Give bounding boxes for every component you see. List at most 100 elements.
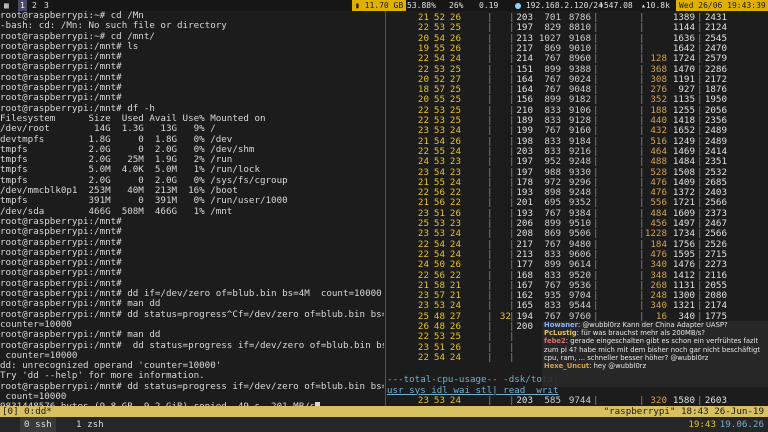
tab-zsh[interactable]: 1 zsh — [72, 417, 108, 432]
chat-text: @wubbl0rz Kann der China Adapter UASP? — [582, 321, 728, 329]
dstat-cell-r1: 214 — [516, 53, 533, 65]
clock[interactable]: Wed 26/06 19:43:39 — [676, 0, 768, 11]
tab-bar-time: 19:43 — [688, 419, 716, 430]
dstat-cell-n1: 488 — [650, 156, 667, 168]
column-separator: | — [509, 53, 515, 65]
workspace-3[interactable]: 3 — [42, 0, 51, 11]
dstat-cell-r1: 200 — [516, 321, 533, 332]
tab-index: 0 — [24, 419, 30, 430]
chat-username: PcLustig — [544, 329, 577, 338]
chat-message: Hexe_Uncut: hey @wubbl0rz — [542, 362, 768, 370]
column-separator: | — [697, 156, 703, 168]
dstat-cell-usr: 22 — [417, 351, 429, 363]
net-down-value: 547.08 — [603, 1, 633, 10]
chat-overlay: Howaner: @wubbl0rz Kann der China Adapte… — [542, 321, 768, 387]
column-separator: | — [593, 53, 599, 65]
dstat-cell-r2: 952 — [544, 156, 561, 168]
memory-indicator: ▮ 11.70 GB — [352, 0, 407, 11]
load-indicator: 0.19 — [476, 0, 501, 11]
dstat-cell-wai: 32 — [499, 310, 511, 322]
terminal-pane-shell[interactable]: root@raspberrypi:~# cd /Mn -bash: cd: /Mn… — [0, 11, 384, 406]
column-separator: | — [639, 53, 645, 65]
net-up-value: 10.8k — [645, 1, 670, 10]
chat-message: febe2: gerade eingeschalten gibt es scho… — [542, 337, 768, 362]
dstat-cell-r2: 767 — [544, 53, 561, 65]
dstat-cell-r3: 9614 — [568, 259, 591, 271]
dstat-cell-idl: 26 — [449, 259, 461, 271]
column-separator: | — [509, 259, 515, 271]
dstat-cell-usr: 22 — [417, 53, 429, 65]
dstat-cell-usr: 24 — [417, 259, 429, 271]
tmux-status-bar: [0] 0:dd* "raspberrypi" 18:43 26-Jun-19 — [0, 406, 768, 417]
column-separator: | — [697, 53, 703, 65]
dstat-cell-r3: 9248 — [568, 156, 591, 168]
tmux-host-clock: "raspberrypi" 18:43 26-Jun-19 — [603, 406, 764, 417]
dstat-row: 24 50 26 177 899 9614 340 1476 2273 | | | | | — [387, 259, 768, 271]
system-top-bar: ▦ 1 2 3 ▮ 11.70 GB 53.88% 26% 0.19 192.1… — [0, 0, 768, 11]
ip-value: 192.168.2.120/24 — [525, 1, 603, 10]
dstat-cell-n2: 1724 — [672, 53, 695, 65]
dstat-cell-n2: 1476 — [672, 259, 695, 271]
dstat-cell-n3: 2579 — [704, 53, 727, 65]
tab-label: zsh — [87, 419, 104, 430]
chat-username: Howaner — [544, 321, 579, 329]
network-icon — [515, 2, 521, 9]
net-down-indicator: ▾547.08 — [599, 1, 633, 10]
terminal-line: root@raspberrypi:/mnt# — [0, 226, 122, 238]
cpu-indicator: 53.88% — [404, 0, 439, 11]
chat-message: PcLustig: für was brauchst mehr als 200M… — [542, 329, 768, 337]
net-up-indicator: ▴10.8k — [641, 1, 670, 10]
chat-username: Hexe_Uncut — [544, 362, 590, 371]
app-menu-icon[interactable]: ▦ — [2, 0, 11, 11]
dstat-cell-r3: 8960 — [568, 53, 591, 65]
disk-value: 26% — [449, 1, 464, 10]
terminal-line: root@raspberrypi:/mnt# man dd — [0, 329, 161, 341]
tab-index: 1 — [76, 419, 82, 430]
chat-text: für was brauchst mehr als 200MB/s? — [581, 329, 705, 338]
terminal-tab-bar: 0 ssh 1 zsh 19:43 19.06.26 — [0, 417, 768, 432]
dstat-cell-n1: 340 — [650, 259, 667, 271]
column-separator: | — [487, 156, 493, 168]
column-separator: | — [639, 259, 645, 271]
dstat-cell-sys: 53 — [433, 156, 445, 168]
column-separator: | — [509, 351, 515, 363]
tab-label: ssh — [35, 419, 52, 430]
workspace-2[interactable]: 2 — [30, 0, 39, 11]
dstat-header-groups: ---total-cpu-usage-- -dsk/total — [387, 374, 559, 385]
dstat-cell-usr: 24 — [417, 156, 429, 168]
dstat-cell-r1: 197 — [516, 156, 533, 168]
tab-bar-date: 19.06.26 — [719, 419, 764, 430]
column-separator: | — [487, 259, 493, 271]
dstat-cell-r2: 899 — [544, 259, 561, 271]
disk-indicator: 26% — [446, 0, 466, 11]
tmux-window-list[interactable]: [0] 0:dd* — [2, 406, 52, 417]
chat-text: hey @wubbl0rz — [593, 362, 647, 371]
column-separator: | — [487, 53, 493, 65]
dstat-cell-sys: 54 — [433, 53, 445, 65]
tab-ssh[interactable]: 0 ssh — [20, 417, 56, 432]
dstat-cell-sys: 54 — [433, 351, 445, 363]
column-separator: | — [487, 351, 493, 363]
load-value: 0.19 — [479, 1, 499, 10]
column-separator: | — [509, 156, 515, 168]
column-separator: | — [593, 156, 599, 168]
dstat-cell-idl: 24 — [449, 351, 461, 363]
dstat-cell-idl: 23 — [449, 156, 461, 168]
cpu-value: 53.88% — [407, 1, 436, 10]
dstat-row: 22 54 24 214 767 8960 128 1724 2579 | | | | | — [387, 53, 768, 65]
chat-text: gerade eingeschalten gibt es schon ein v… — [544, 337, 760, 362]
workspace-1[interactable]: 1 — [18, 0, 27, 11]
dstat-cell-n2: 1484 — [672, 156, 695, 168]
pane-divider[interactable] — [385, 11, 386, 406]
dstat-cell-r1: 177 — [516, 259, 533, 271]
ip-indicator: 192.168.2.120/24 — [512, 0, 606, 11]
chat-username: febe2 — [544, 337, 566, 346]
dstat-cell-n3: 2273 — [704, 259, 727, 271]
dstat-cell-sys: 50 — [433, 259, 445, 271]
memory-value: 11.70 GB — [364, 1, 404, 10]
column-separator: | — [697, 259, 703, 271]
dstat-cell-idl: 24 — [449, 53, 461, 65]
dstat-cell-n3: 2351 — [704, 156, 727, 168]
dstat-row: 24 53 23 197 952 9248 488 1484 2351 | | | | | — [387, 156, 768, 168]
column-separator: | — [593, 259, 599, 271]
